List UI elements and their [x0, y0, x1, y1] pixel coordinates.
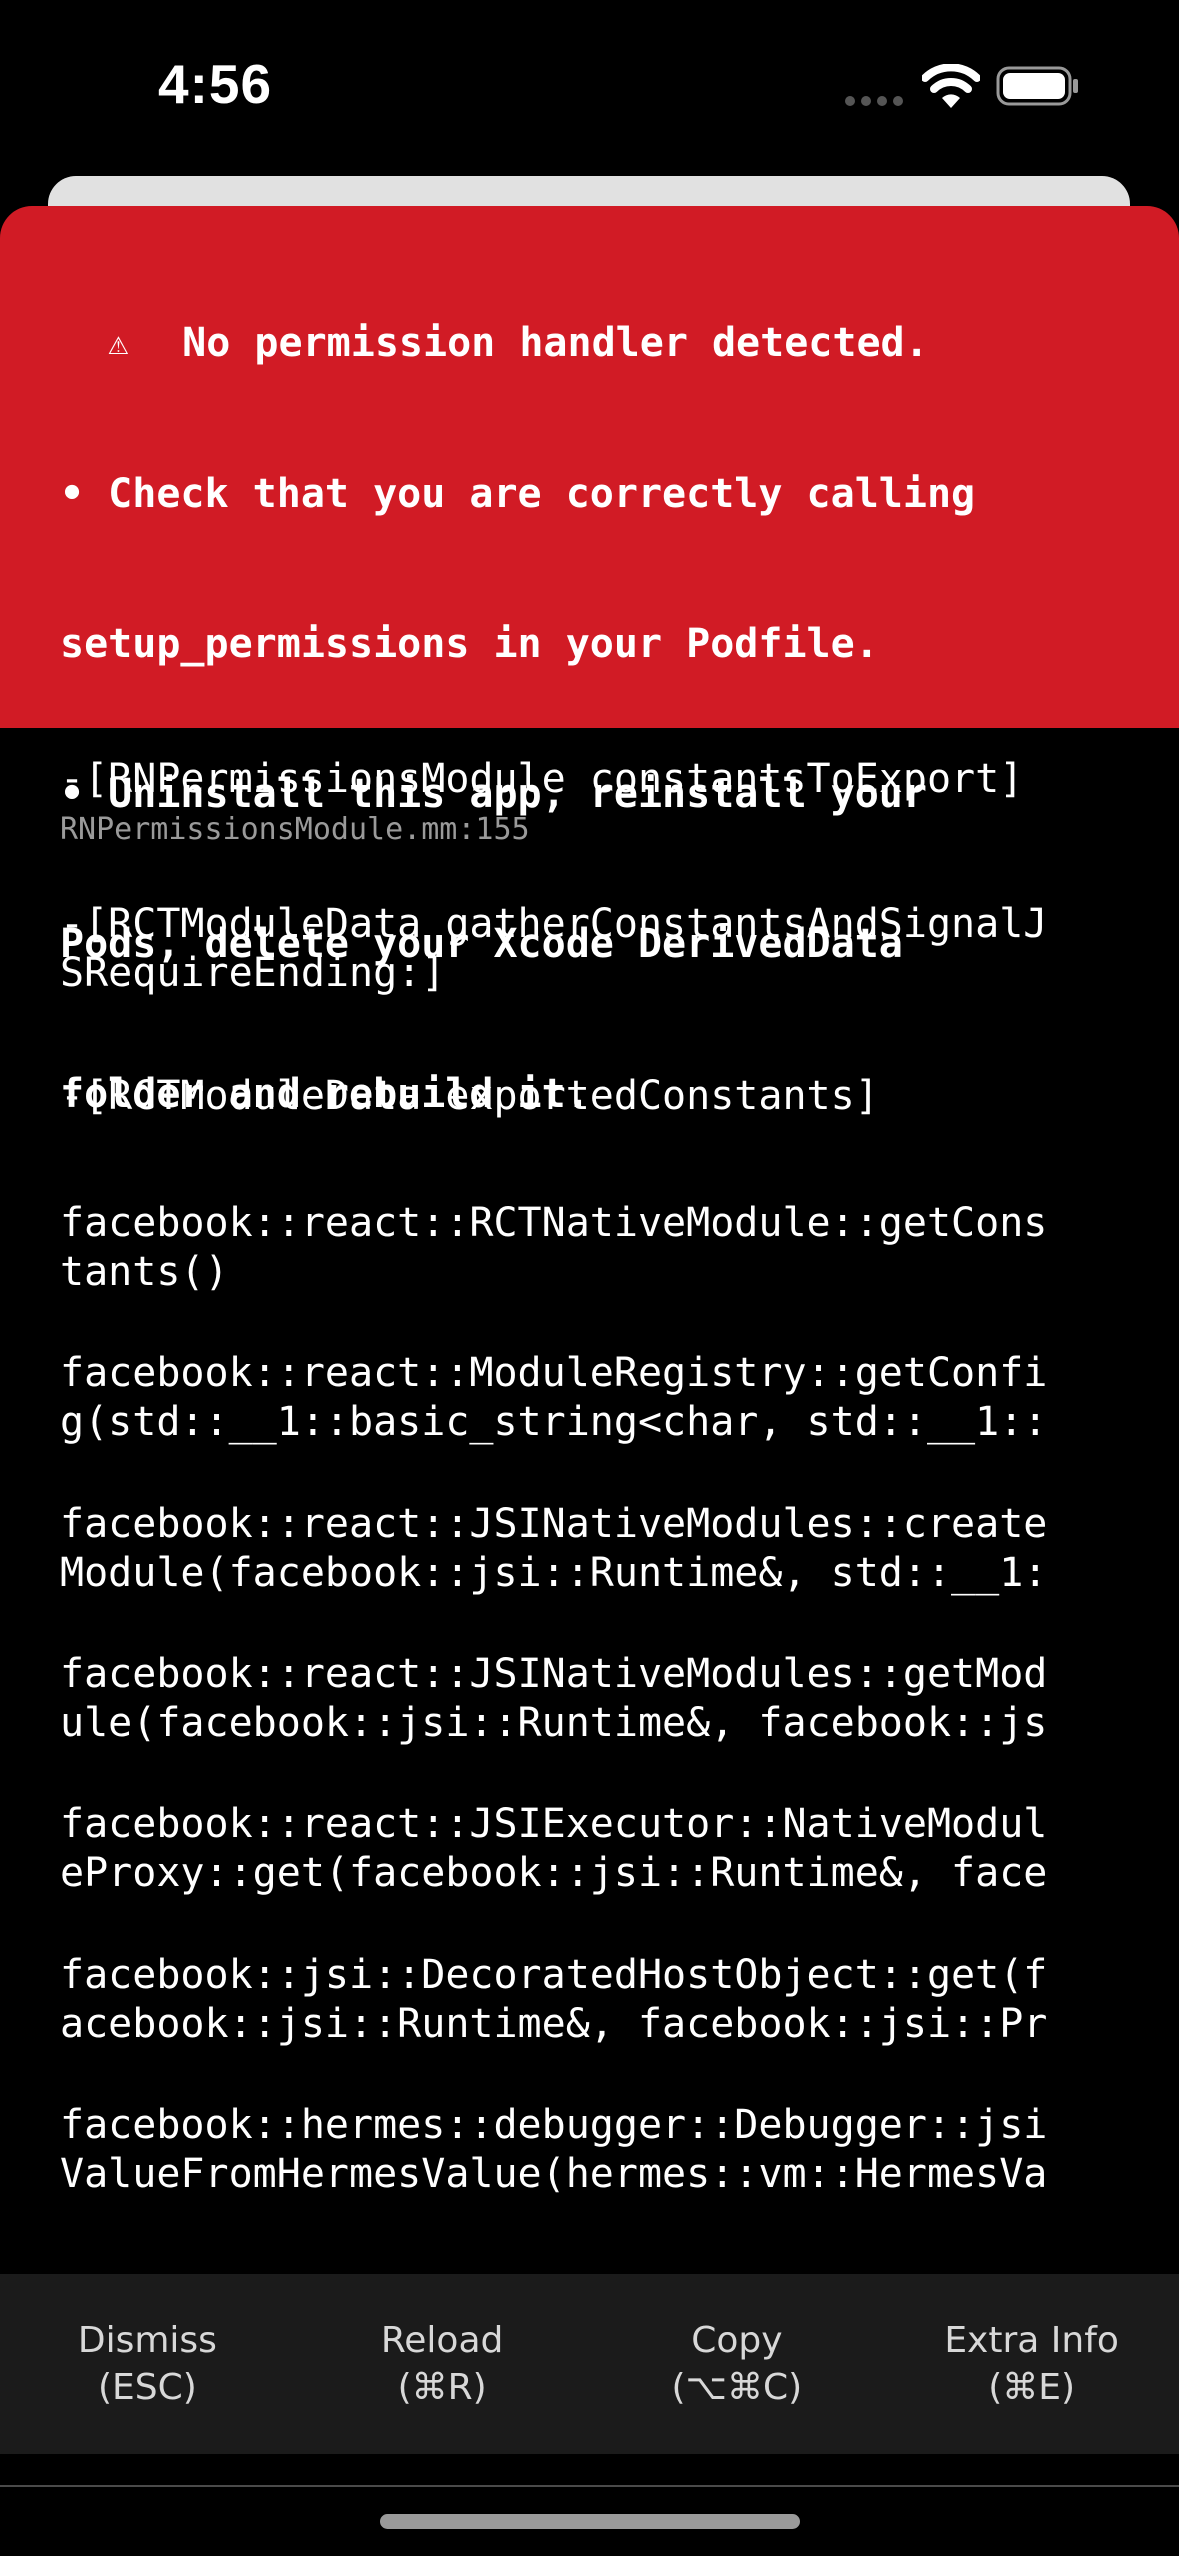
stack-frame-title[interactable]: acebook::jsi::Runtime&, facebook::jsi::P… [60, 2000, 1047, 2049]
cellular-dots-icon [845, 93, 905, 109]
divider [0, 2485, 1179, 2487]
reload-shortcut: (⌘R) [397, 2367, 487, 2408]
stack-frame-title[interactable]: -[RNPermissionsModule constantsToExport] [60, 755, 1023, 804]
error-title: No permission handler detected. [182, 320, 929, 366]
dismiss-button[interactable]: Dismiss (ESC) [0, 2274, 295, 2454]
reload-label: Reload [380, 2320, 504, 2361]
stack-frame-title[interactable]: eProxy::get(facebook::jsi::Runtime&, fac… [60, 1849, 1047, 1898]
copy-label: Copy [691, 2320, 783, 2361]
stack-frame-title[interactable]: SRequireEnding:] [60, 949, 445, 998]
redbox-toolbar: Dismiss (ESC) Reload (⌘R) Copy (⌥⌘C) Ext… [0, 2274, 1179, 2454]
dismiss-shortcut: (ESC) [97, 2367, 197, 2408]
stack-frame-title[interactable]: facebook::react::JSIExecutor::NativeModu… [60, 1800, 1047, 1849]
stack-frame-title[interactable]: Module(facebook::jsi::Runtime&, std::__1… [60, 1549, 1047, 1598]
stack-frame-title[interactable]: facebook::hermes::debugger::Debugger::js… [60, 2101, 1047, 2150]
copy-button[interactable]: Copy (⌥⌘C) [590, 2274, 885, 2454]
stack-frame-title[interactable]: g(std::__1::basic_string<char, std::__1:… [60, 1398, 1047, 1447]
stack-frame-title[interactable]: ule(facebook::jsi::Runtime&, facebook::j… [60, 1699, 1047, 1748]
stack-frame-title[interactable]: tants() [60, 1248, 229, 1297]
extra-info-button[interactable]: Extra Info (⌘E) [884, 2274, 1179, 2454]
stack-frame-title[interactable]: facebook::jsi::DecoratedHostObject::get(… [60, 1951, 1047, 2000]
stack-frame-title[interactable]: facebook::react::RCTNativeModule::getCon… [60, 1199, 1047, 1248]
battery-icon [996, 66, 1078, 106]
error-title-line: ⚠ No permission handler detected. [60, 268, 929, 368]
stack-frame-title[interactable]: -[RCTModuleData gatherConstantsAndSignal… [60, 900, 1047, 949]
stack-frame-title[interactable]: ValueFromHermesValue(hermes::vm::HermesV… [60, 2150, 1047, 2199]
status-time: 4:56 [158, 53, 273, 115]
dismiss-label: Dismiss [77, 2320, 217, 2361]
home-indicator[interactable] [380, 2514, 800, 2529]
error-hint-line: • Check that you are correctly calling [60, 471, 976, 517]
stack-frame-title[interactable]: facebook::react::JSINativeModules::creat… [60, 1500, 1047, 1549]
warning-icon: ⚠ [108, 323, 129, 363]
reload-button[interactable]: Reload (⌘R) [295, 2274, 590, 2454]
stack-frame-title[interactable]: -[RCTModuleData exportedConstants] [60, 1072, 879, 1121]
stack-frame-title[interactable]: facebook::react::ModuleRegistry::getConf… [60, 1349, 1047, 1398]
stack-frame-title[interactable]: facebook::react::JSINativeModules::getMo… [60, 1650, 1047, 1699]
stack-frame-file: RNPermissionsModule.mm:155 [60, 812, 530, 847]
extra-info-label: Extra Info [944, 2320, 1119, 2361]
copy-shortcut: (⌥⌘C) [671, 2367, 803, 2408]
extra-info-shortcut: (⌘E) [988, 2367, 1076, 2408]
wifi-icon [922, 64, 980, 108]
error-hint-line: setup_permissions in your Podfile. [60, 621, 879, 667]
